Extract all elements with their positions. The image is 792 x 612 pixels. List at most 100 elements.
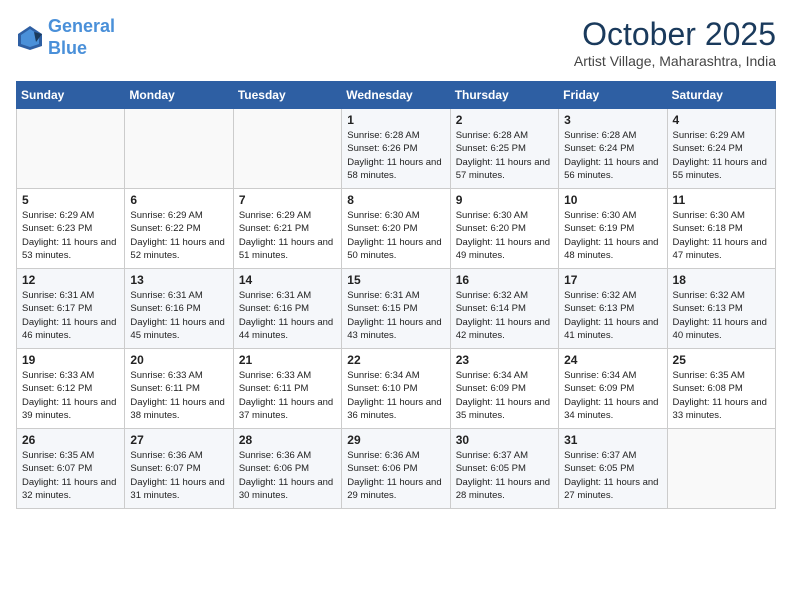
calendar-day-cell: 26 Sunrise: 6:35 AM Sunset: 6:07 PM Dayli… [17,429,125,509]
day-number: 26 [22,433,119,447]
calendar-day-cell [125,109,233,189]
day-info: Sunrise: 6:32 AM Sunset: 6:14 PM Dayligh… [456,289,553,342]
day-number: 20 [130,353,227,367]
day-number: 10 [564,193,661,207]
logo-blue: Blue [48,38,87,58]
day-number: 15 [347,273,444,287]
day-number: 6 [130,193,227,207]
calendar-day-cell: 27 Sunrise: 6:36 AM Sunset: 6:07 PM Dayli… [125,429,233,509]
day-info: Sunrise: 6:29 AM Sunset: 6:24 PM Dayligh… [673,129,770,182]
day-number: 24 [564,353,661,367]
calendar-week-row: 26 Sunrise: 6:35 AM Sunset: 6:07 PM Dayli… [17,429,776,509]
day-info: Sunrise: 6:35 AM Sunset: 6:07 PM Dayligh… [22,449,119,502]
day-number: 23 [456,353,553,367]
day-number: 4 [673,113,770,127]
calendar-week-row: 5Sunrise: 6:29 AM Sunset: 6:23 PM Daylig… [17,189,776,269]
day-number: 25 [673,353,770,367]
calendar-day-cell: 15 Sunrise: 6:31 AM Sunset: 6:15 PM Dayli… [342,269,450,349]
title-block: October 2025 Artist Village, Maharashtra… [574,16,776,69]
weekday-header-cell: Saturday [667,82,775,109]
weekday-header-cell: Thursday [450,82,558,109]
day-number: 28 [239,433,336,447]
month-title: October 2025 [574,16,776,53]
day-info: Sunrise: 6:29 AM Sunset: 6:21 PM Dayligh… [239,209,336,262]
day-info: Sunrise: 6:35 AM Sunset: 6:08 PM Dayligh… [673,369,770,422]
logo-general: General [48,16,115,36]
day-number: 1 [347,113,444,127]
calendar-day-cell: 25 Sunrise: 6:35 AM Sunset: 6:08 PM Dayli… [667,349,775,429]
day-number: 22 [347,353,444,367]
day-number: 19 [22,353,119,367]
calendar-day-cell: 5Sunrise: 6:29 AM Sunset: 6:23 PM Daylig… [17,189,125,269]
day-info: Sunrise: 6:33 AM Sunset: 6:11 PM Dayligh… [130,369,227,422]
calendar-day-cell: 23 Sunrise: 6:34 AM Sunset: 6:09 PM Dayli… [450,349,558,429]
calendar-day-cell: 17 Sunrise: 6:32 AM Sunset: 6:13 PM Dayli… [559,269,667,349]
calendar-day-cell: 19 Sunrise: 6:33 AM Sunset: 6:12 PM Dayli… [17,349,125,429]
calendar-day-cell: 21 Sunrise: 6:33 AM Sunset: 6:11 PM Dayli… [233,349,341,429]
day-number: 8 [347,193,444,207]
calendar-day-cell [17,109,125,189]
calendar-day-cell: 16 Sunrise: 6:32 AM Sunset: 6:14 PM Dayli… [450,269,558,349]
calendar-day-cell: 4 Sunrise: 6:29 AM Sunset: 6:24 PM Daylig… [667,109,775,189]
day-info: Sunrise: 6:34 AM Sunset: 6:09 PM Dayligh… [564,369,661,422]
day-info: Sunrise: 6:30 AM Sunset: 6:20 PM Dayligh… [456,209,553,262]
day-number: 7 [239,193,336,207]
calendar-day-cell: 18Sunrise: 6:32 AM Sunset: 6:13 PM Dayli… [667,269,775,349]
day-info: Sunrise: 6:34 AM Sunset: 6:09 PM Dayligh… [456,369,553,422]
day-info: Sunrise: 6:30 AM Sunset: 6:19 PM Dayligh… [564,209,661,262]
day-info: Sunrise: 6:30 AM Sunset: 6:20 PM Dayligh… [347,209,444,262]
calendar-day-cell: 11 Sunrise: 6:30 AM Sunset: 6:18 PM Dayli… [667,189,775,269]
location-subtitle: Artist Village, Maharashtra, India [574,53,776,69]
day-number: 31 [564,433,661,447]
calendar-table: SundayMondayTuesdayWednesdayThursdayFrid… [16,81,776,509]
calendar-day-cell: 3 Sunrise: 6:28 AM Sunset: 6:24 PM Daylig… [559,109,667,189]
day-info: Sunrise: 6:33 AM Sunset: 6:11 PM Dayligh… [239,369,336,422]
weekday-header-row: SundayMondayTuesdayWednesdayThursdayFrid… [17,82,776,109]
calendar-body: 1 Sunrise: 6:28 AM Sunset: 6:26 PM Daylig… [17,109,776,509]
day-number: 9 [456,193,553,207]
day-info: Sunrise: 6:29 AM Sunset: 6:22 PM Dayligh… [130,209,227,262]
weekday-header-cell: Monday [125,82,233,109]
day-info: Sunrise: 6:28 AM Sunset: 6:26 PM Dayligh… [347,129,444,182]
day-info: Sunrise: 6:33 AM Sunset: 6:12 PM Dayligh… [22,369,119,422]
calendar-day-cell: 6 Sunrise: 6:29 AM Sunset: 6:22 PM Daylig… [125,189,233,269]
day-info: Sunrise: 6:32 AM Sunset: 6:13 PM Dayligh… [564,289,661,342]
page-header: General Blue October 2025 Artist Village… [16,16,776,69]
calendar-day-cell: 29 Sunrise: 6:36 AM Sunset: 6:06 PM Dayli… [342,429,450,509]
logo-icon [16,24,44,52]
logo: General Blue [16,16,115,59]
calendar-day-cell [233,109,341,189]
day-info: Sunrise: 6:28 AM Sunset: 6:25 PM Dayligh… [456,129,553,182]
day-number: 29 [347,433,444,447]
calendar-day-cell: 7 Sunrise: 6:29 AM Sunset: 6:21 PM Daylig… [233,189,341,269]
day-info: Sunrise: 6:30 AM Sunset: 6:18 PM Dayligh… [673,209,770,262]
calendar-day-cell: 13 Sunrise: 6:31 AM Sunset: 6:16 PM Dayli… [125,269,233,349]
day-info: Sunrise: 6:31 AM Sunset: 6:15 PM Dayligh… [347,289,444,342]
calendar-day-cell: 10 Sunrise: 6:30 AM Sunset: 6:19 PM Dayli… [559,189,667,269]
calendar-day-cell: 12Sunrise: 6:31 AM Sunset: 6:17 PM Dayli… [17,269,125,349]
calendar-day-cell: 22Sunrise: 6:34 AM Sunset: 6:10 PM Dayli… [342,349,450,429]
day-number: 13 [130,273,227,287]
day-number: 21 [239,353,336,367]
weekday-header-cell: Tuesday [233,82,341,109]
day-info: Sunrise: 6:31 AM Sunset: 6:16 PM Dayligh… [239,289,336,342]
calendar-day-cell: 20 Sunrise: 6:33 AM Sunset: 6:11 PM Dayli… [125,349,233,429]
day-number: 3 [564,113,661,127]
day-number: 11 [673,193,770,207]
day-info: Sunrise: 6:37 AM Sunset: 6:05 PM Dayligh… [564,449,661,502]
day-info: Sunrise: 6:36 AM Sunset: 6:07 PM Dayligh… [130,449,227,502]
calendar-day-cell: 2 Sunrise: 6:28 AM Sunset: 6:25 PM Daylig… [450,109,558,189]
day-number: 16 [456,273,553,287]
day-number: 2 [456,113,553,127]
calendar-day-cell: 31 Sunrise: 6:37 AM Sunset: 6:05 PM Dayli… [559,429,667,509]
day-info: Sunrise: 6:28 AM Sunset: 6:24 PM Dayligh… [564,129,661,182]
day-number: 17 [564,273,661,287]
day-info: Sunrise: 6:36 AM Sunset: 6:06 PM Dayligh… [347,449,444,502]
calendar-day-cell: 1 Sunrise: 6:28 AM Sunset: 6:26 PM Daylig… [342,109,450,189]
day-number: 30 [456,433,553,447]
day-number: 27 [130,433,227,447]
calendar-day-cell: 14Sunrise: 6:31 AM Sunset: 6:16 PM Dayli… [233,269,341,349]
day-info: Sunrise: 6:31 AM Sunset: 6:16 PM Dayligh… [130,289,227,342]
day-info: Sunrise: 6:37 AM Sunset: 6:05 PM Dayligh… [456,449,553,502]
weekday-header-cell: Friday [559,82,667,109]
